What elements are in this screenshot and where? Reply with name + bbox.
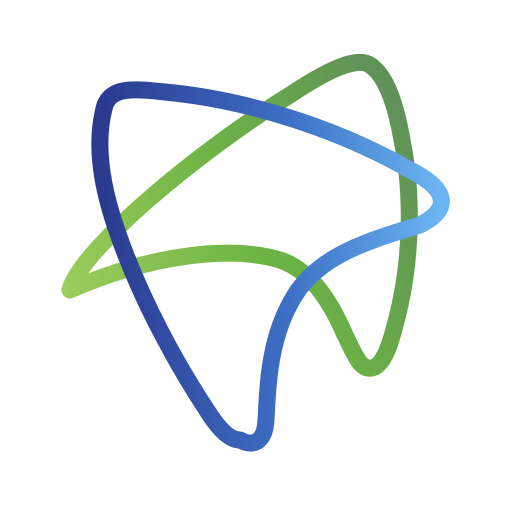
logo-canvas [0, 0, 512, 512]
tooth-ribbon-logo-icon [61, 53, 450, 452]
